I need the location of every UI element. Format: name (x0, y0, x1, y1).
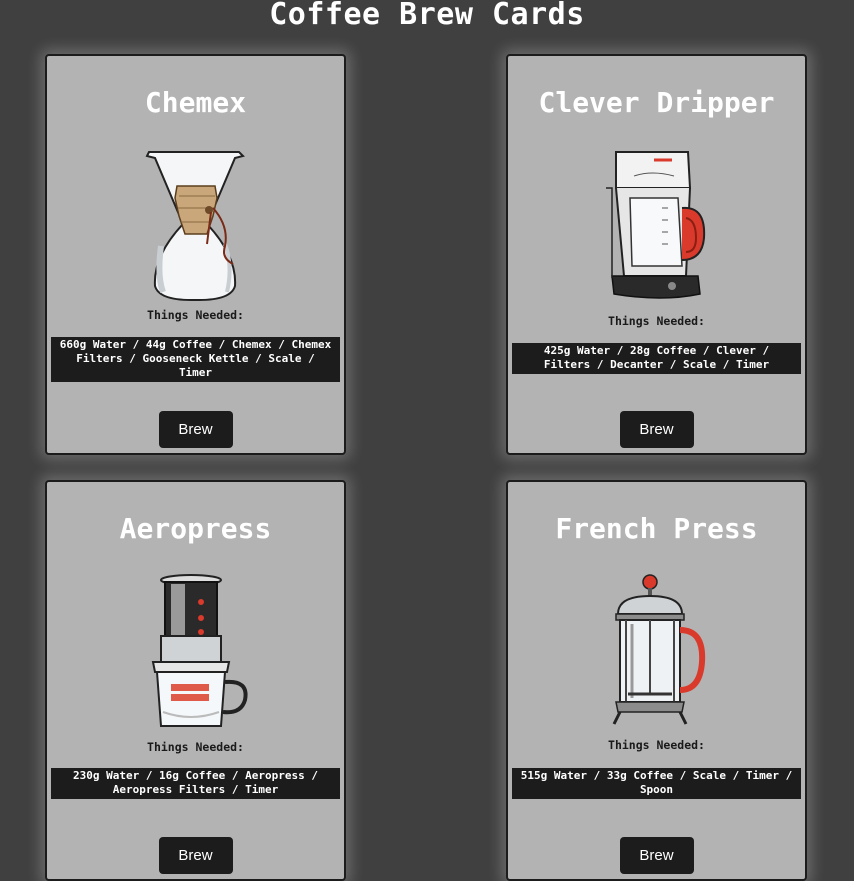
french-press-icon (612, 574, 705, 725)
things-needed-label: Things Needed: (147, 308, 244, 322)
brew-card-clever-dripper: Clever Dripper Things Needed: 425g Water… (506, 54, 807, 455)
card-title: French Press (555, 512, 758, 545)
brew-card-french-press: French Press Things Needed: 515g Water /… (506, 480, 807, 881)
coffee-maker-icon (605, 151, 705, 299)
things-needed-list: 230g Water / 16g Coffee / Aeropress / Ae… (51, 768, 340, 799)
things-needed-list: 660g Water / 44g Coffee / Chemex / Cheme… (51, 337, 340, 382)
aeropress-icon (151, 574, 248, 727)
brew-button-chemex[interactable]: Brew (158, 411, 233, 448)
brew-button-aeropress[interactable]: Brew (158, 837, 233, 874)
page-title: Coffee Brew Cards (269, 0, 585, 32)
brew-button-clever-dripper[interactable]: Brew (619, 411, 694, 448)
things-needed-list: 425g Water / 28g Coffee / Clever / Filte… (512, 343, 801, 374)
brew-card-chemex: Chemex Things Needed: 660g Water / 44g C… (45, 54, 346, 455)
brew-button-french-press[interactable]: Brew (619, 837, 694, 874)
things-needed-label: Things Needed: (608, 738, 705, 752)
brew-card-aeropress: Aeropress Things Needed: 230g Water / 16… (45, 480, 346, 881)
card-title: Aeropress (119, 512, 272, 545)
things-needed-list: 515g Water / 33g Coffee / Scale / Timer … (512, 768, 801, 799)
card-title: Chemex (144, 86, 247, 119)
things-needed-label: Things Needed: (608, 314, 705, 328)
chemex-icon (145, 151, 245, 301)
things-needed-label: Things Needed: (147, 740, 244, 754)
card-title: Clever Dripper (538, 86, 775, 119)
